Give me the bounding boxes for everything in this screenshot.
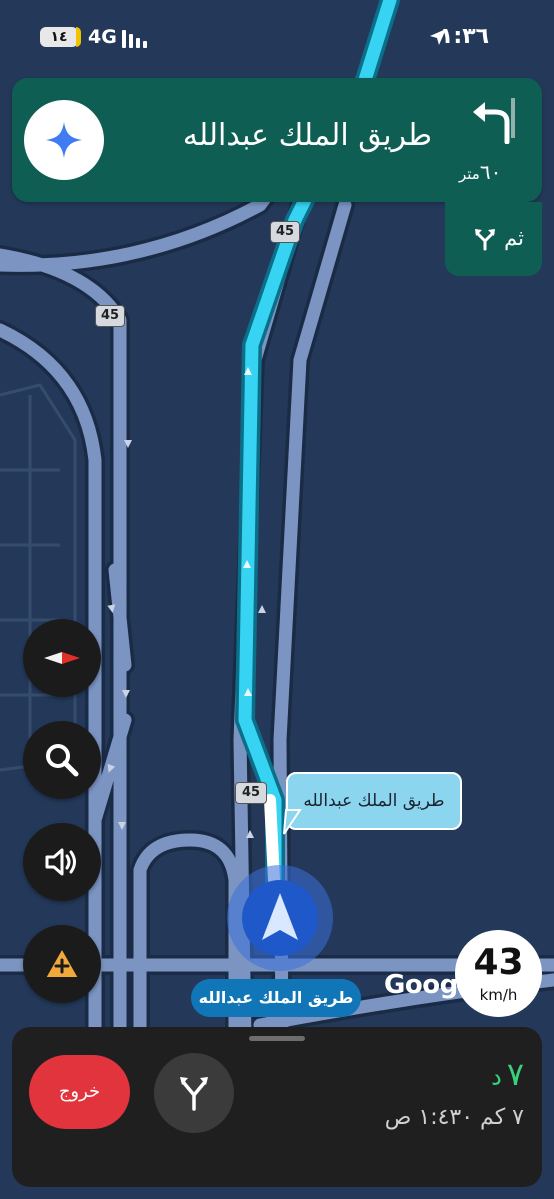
turn-left-icon: [473, 98, 515, 144]
current-road-label: طريق الملك عبدالله: [191, 979, 361, 1017]
battery-charge: [76, 27, 81, 47]
next-street-name: طريق الملك عبدالله: [182, 118, 432, 153]
road-shield: 45: [270, 221, 300, 243]
fork-icon: [475, 229, 495, 251]
road-shield: 45: [235, 782, 267, 804]
then-maneuver: ثم: [445, 202, 542, 276]
eta-minutes-unit: د: [491, 1063, 502, 1091]
street-callout: طريق الملك عبدالله: [286, 772, 462, 830]
signal-icon: [122, 30, 152, 48]
road-shield: 45: [95, 305, 125, 327]
search-icon: [46, 744, 79, 777]
exit-button[interactable]: خروج: [29, 1055, 130, 1129]
battery-indicator: ١٤: [40, 27, 78, 47]
direction-card[interactable]: طريق الملك عبدالله ٦٠متر: [12, 78, 542, 202]
status-time: ١:٣٦: [440, 24, 490, 49]
report-incident-icon: [44, 947, 80, 979]
drag-handle[interactable]: [249, 1036, 305, 1041]
trip-summary: ٧ كم ١:٤٣٠ ص: [384, 1105, 524, 1130]
network-type: 4G: [88, 26, 117, 48]
turn-distance: ٦٠متر: [456, 160, 501, 184]
search-button[interactable]: [23, 721, 101, 799]
callout-pointer: [283, 809, 302, 835]
status-bar: ١٤ 4G ١:٣٦: [0, 0, 554, 70]
then-label: ثم: [504, 226, 524, 250]
compass-button[interactable]: [23, 619, 101, 697]
compass-icon: [44, 652, 80, 664]
sound-button[interactable]: [23, 823, 101, 901]
speaker-icon: [45, 848, 76, 876]
speed-value: 43: [473, 942, 524, 983]
assistant-button[interactable]: [24, 100, 104, 180]
distance-unit: متر: [459, 165, 480, 183]
trip-panel[interactable]: خروج ٧د ٧ كم ١:٤٣٠ ص: [12, 1027, 542, 1187]
distance-value: ٦٠: [479, 160, 502, 184]
sparkle-icon: [46, 122, 82, 158]
alternate-routes-icon: [180, 1077, 208, 1111]
report-button[interactable]: [23, 925, 101, 1003]
speedometer: 43 km/h: [455, 930, 542, 1017]
speed-unit: km/h: [479, 986, 518, 1004]
eta-minutes: ٧: [506, 1055, 524, 1093]
eta-duration: ٧د: [491, 1055, 524, 1093]
alternate-routes-button[interactable]: [154, 1053, 234, 1133]
